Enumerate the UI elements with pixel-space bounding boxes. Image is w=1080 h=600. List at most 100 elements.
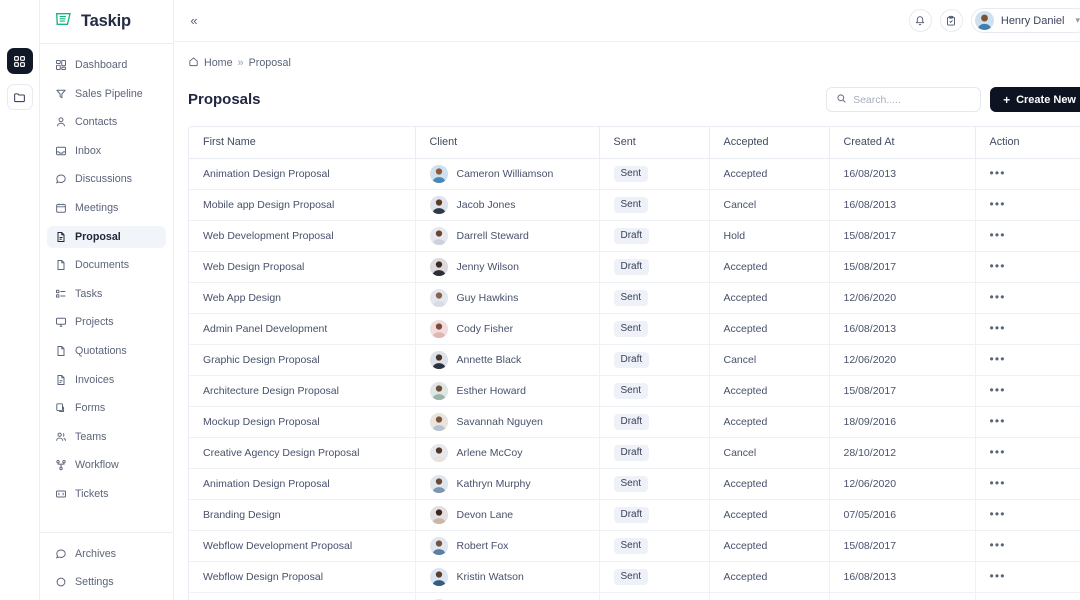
cell-first-name: Web Development Proposal (189, 220, 416, 252)
create-new-button[interactable]: + Create New (990, 87, 1080, 113)
column-header-created-at[interactable]: Created At (829, 127, 976, 159)
row-actions-button[interactable]: ••• (990, 228, 1006, 242)
row-actions-button[interactable]: ••• (990, 538, 1006, 552)
sidebar-item-inbox[interactable]: Inbox (47, 140, 166, 162)
row-actions-button[interactable]: ••• (990, 352, 1006, 366)
cell-created-at: 15/08/2017 (829, 375, 976, 407)
avatar (429, 319, 448, 338)
client-name: Darrell Steward (456, 229, 529, 242)
table-row[interactable]: Web Design Proposal Jenny Wilson Draft Acce… (189, 251, 1080, 283)
client-name: Kristin Watson (456, 570, 524, 583)
sidebar-item-teams[interactable]: Teams (47, 426, 166, 448)
row-actions-button[interactable]: ••• (990, 290, 1006, 304)
column-header-client[interactable]: Client (415, 127, 600, 159)
status-badge: Sent (613, 196, 649, 213)
cell-action: ••• (975, 344, 1080, 376)
status-badge: Draft (613, 258, 650, 275)
cell-client: Cody Fisher (415, 313, 600, 345)
sidebar-item-forms[interactable]: Forms (47, 397, 166, 419)
sidebar-item-meetings[interactable]: Meetings (47, 197, 166, 219)
status-badge: Sent (613, 475, 649, 492)
table-row[interactable]: Graphic Design Proposal Annette Black Draf… (189, 344, 1080, 376)
sidebar-item-proposal[interactable]: Proposal (47, 225, 166, 248)
table-body: Animation Design Proposal Cameron William… (189, 158, 1080, 600)
cell-action: ••• (975, 499, 1080, 531)
bell-icon[interactable] (908, 9, 932, 33)
table-row[interactable]: Mobile app Design Proposal Jacob Jones Sen… (189, 189, 1080, 221)
table-row[interactable]: Mockup Design Proposal Savannah Nguyen Dra… (189, 406, 1080, 438)
grid-icon[interactable] (6, 48, 33, 74)
cell-created-at: 12/06/2020 (829, 344, 976, 376)
table-row[interactable] (189, 592, 1080, 600)
table-row[interactable]: Architecture Design Proposal Esther Howar… (189, 375, 1080, 407)
table-row[interactable]: Webflow Development Proposal Robert Fox Se… (189, 530, 1080, 562)
sidebar-item-label: Settings (75, 576, 114, 589)
user-menu[interactable]: Henry Daniel ▾ (970, 8, 1080, 34)
folder-icon[interactable] (6, 84, 33, 110)
table-row[interactable]: Web App Design Guy Hawkins Sent Accepted 12/… (189, 282, 1080, 314)
sidebar-item-discussions[interactable]: Discussions (47, 168, 166, 190)
client-name: Devon Lane (456, 508, 514, 521)
cell-created-at: 15/08/2017 (829, 530, 976, 562)
row-actions-button[interactable]: ••• (990, 507, 1006, 521)
sidebar-item-documents[interactable]: Documents (47, 254, 166, 276)
row-actions-button[interactable]: ••• (990, 414, 1006, 428)
sidebar-item-dashboard[interactable]: Dashboard (47, 54, 166, 76)
avatar (429, 350, 448, 369)
sidebar-item-contacts[interactable]: Contacts (47, 111, 166, 133)
brand[interactable]: Taskip (40, 0, 173, 44)
column-header-first-name[interactable]: First Name (189, 127, 416, 159)
sidebar-item-label: Discussions (75, 173, 133, 186)
clipboard-check-icon[interactable] (939, 9, 963, 33)
row-actions-button[interactable]: ••• (990, 321, 1006, 335)
sidebar-item-quotations[interactable]: Quotations (47, 340, 166, 362)
column-header-accepted[interactable]: Accepted (709, 127, 830, 159)
avatar (429, 381, 448, 400)
row-actions-button[interactable]: ••• (990, 383, 1006, 397)
cell-sent: Sent (599, 313, 710, 345)
sidebar-item-workflow[interactable]: Workflow (47, 454, 166, 476)
cell-first-name: Mobile app Design Proposal (189, 189, 416, 221)
row-actions-button[interactable]: ••• (990, 569, 1006, 583)
table-row[interactable]: Animation Design Proposal Cameron William… (189, 158, 1080, 190)
avatar (429, 505, 448, 524)
table-row[interactable]: Webflow Design Proposal Kristin Watson Sen… (189, 561, 1080, 593)
cell-client: Jenny Wilson (415, 251, 600, 283)
chevron-double-left-icon[interactable]: « (184, 11, 204, 31)
breadcrumb-home[interactable]: Home (204, 57, 233, 69)
table-row[interactable]: Admin Panel Development Cody Fisher Sent Ac… (189, 313, 1080, 345)
client-name: Robert Fox (456, 539, 509, 552)
row-actions-button[interactable]: ••• (990, 259, 1006, 273)
cell-first-name: Mockup Design Proposal (189, 406, 416, 438)
avatar (429, 195, 448, 214)
sidebar-item-invoices[interactable]: Invoices (47, 369, 166, 391)
cell-accepted: Hold (709, 220, 830, 252)
row-actions-button[interactable]: ••• (990, 445, 1006, 459)
cell-first-name (189, 592, 416, 600)
cell-client: Darrell Steward (415, 220, 600, 252)
client-name: Cody Fisher (456, 322, 514, 335)
row-actions-button[interactable]: ••• (990, 197, 1006, 211)
table-row[interactable]: Creative Agency Design Proposal Arlene Mc… (189, 437, 1080, 469)
status-badge: Sent (613, 289, 649, 306)
invoice-icon (54, 373, 67, 386)
search-input[interactable]: Search..... (826, 87, 982, 113)
table-row[interactable]: Web Development Proposal Darrell Steward D… (189, 220, 1080, 252)
table-row[interactable]: Branding Design Devon Lane Draft Accepted 07… (189, 499, 1080, 531)
row-actions-button[interactable]: ••• (990, 166, 1006, 180)
row-actions-button[interactable]: ••• (990, 476, 1006, 490)
sidebar-item-tasks[interactable]: Tasks (47, 283, 166, 305)
cell-action: ••• (975, 375, 1080, 407)
sidebar-item-archives[interactable]: Archives (47, 543, 166, 565)
home-icon[interactable] (188, 56, 199, 70)
topbar-actions: Henry Daniel ▾ (908, 8, 1080, 34)
forms-icon (54, 402, 67, 415)
cell-accepted: Accepted (709, 282, 830, 314)
header-actions: Search..... + Create New (826, 87, 1080, 113)
column-header-sent[interactable]: Sent (599, 127, 710, 159)
sidebar-item-tickets[interactable]: Tickets (47, 483, 166, 505)
sidebar-item-settings[interactable]: Settings (47, 571, 166, 593)
sidebar-item-sales-pipeline[interactable]: Sales Pipeline (47, 83, 166, 105)
table-row[interactable]: Animation Design Proposal Kathryn Murphy S… (189, 468, 1080, 500)
sidebar-item-projects[interactable]: Projects (47, 311, 166, 333)
